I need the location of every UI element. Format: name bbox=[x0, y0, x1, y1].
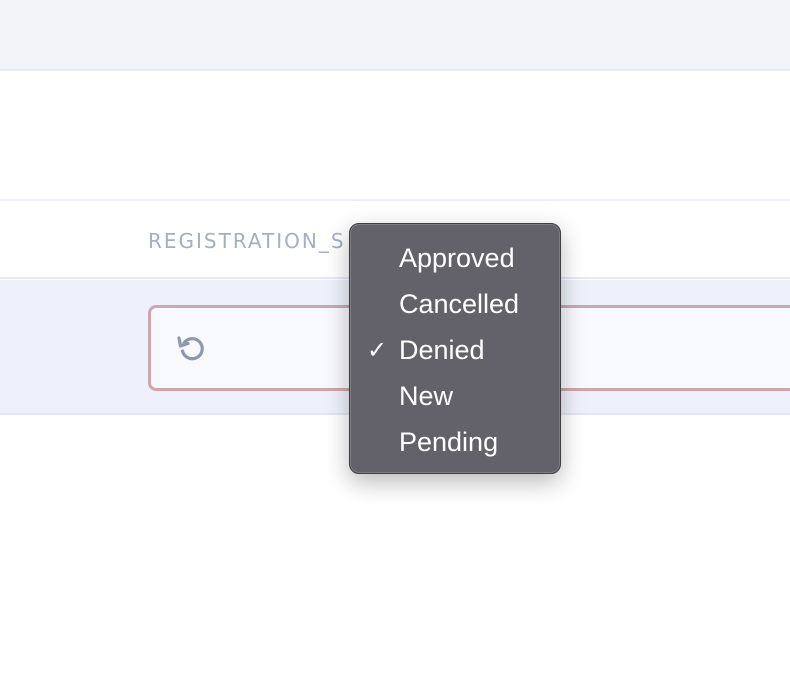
top-bar bbox=[0, 0, 790, 71]
menu-item-label: Cancelled bbox=[399, 289, 520, 319]
undo-icon[interactable] bbox=[175, 332, 207, 364]
menu-item-label: Denied bbox=[399, 335, 485, 365]
column-header-registration-status[interactable]: REGISTRATION_S bbox=[148, 229, 346, 253]
menu-item-label: New bbox=[399, 381, 454, 411]
menu-item-new[interactable]: New bbox=[350, 373, 560, 419]
menu-item-label: Pending bbox=[399, 427, 499, 457]
menu-item-pending[interactable]: Pending bbox=[350, 419, 560, 465]
checkmark-icon: ✓ bbox=[367, 336, 388, 364]
menu-item-label: Approved bbox=[399, 243, 515, 273]
status-dropdown-menu: Approved Cancelled ✓ Denied New Pending bbox=[349, 223, 561, 474]
menu-item-approved[interactable]: Approved bbox=[350, 235, 560, 281]
menu-item-denied[interactable]: ✓ Denied bbox=[350, 327, 560, 373]
menu-item-cancelled[interactable]: Cancelled bbox=[350, 281, 560, 327]
